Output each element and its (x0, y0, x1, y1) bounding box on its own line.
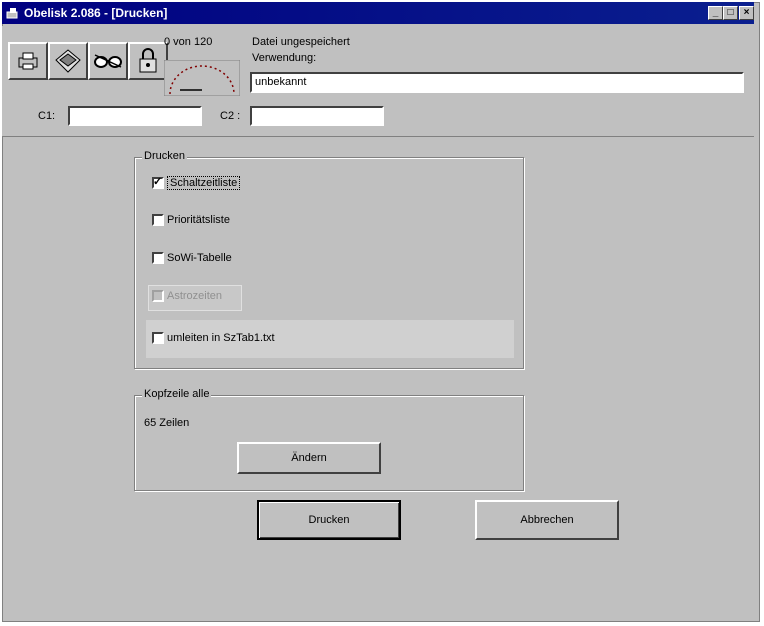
minimize-button[interactable]: _ (708, 6, 723, 20)
title-bar[interactable]: Obelisk 2.086 - [Drucken] _ □ × (2, 2, 754, 24)
schaltzeitliste-label: Schaltzeitliste (167, 176, 241, 190)
umleiten-checkbox[interactable] (152, 332, 164, 344)
maximize-button[interactable]: □ (723, 6, 738, 20)
option-schaltzeitliste[interactable]: Schaltzeitliste (152, 175, 241, 190)
astrozeiten-checkbox (152, 290, 164, 302)
app-icon (6, 8, 18, 19)
drucken-button[interactable]: Drucken (257, 500, 401, 540)
c2-input[interactable] (250, 106, 384, 126)
print-tool-button[interactable] (8, 42, 48, 80)
prioritaetsliste-checkbox[interactable] (152, 214, 164, 226)
option-astrozeiten: Astrozeiten (152, 290, 222, 302)
aendern-button[interactable]: Ändern (237, 442, 381, 474)
drucken-group-title: Drucken (142, 150, 187, 162)
schaltzeitliste-checkbox[interactable] (152, 175, 164, 189)
close-button[interactable]: × (739, 6, 754, 20)
umleiten-label: umleiten in SzTab1.txt (167, 332, 275, 344)
toolbar-panel: 0 von 120 Datei ungespeichert Verwendung… (2, 26, 754, 137)
prioritaetsliste-label: Prioritätsliste (167, 214, 230, 226)
counter-display: 0 von 120 (162, 36, 242, 98)
option-umleiten[interactable]: umleiten in SzTab1.txt (152, 332, 275, 344)
diskette-icon (55, 49, 81, 73)
printer-icon (18, 52, 38, 70)
glasses-icon (94, 54, 122, 68)
option-prioritaetsliste[interactable]: Prioritätsliste (152, 214, 230, 226)
lock-icon (139, 48, 157, 73)
gauge-icon (164, 60, 240, 96)
file-status: Datei ungespeichert (252, 36, 350, 48)
abbrechen-button[interactable]: Abbrechen (475, 500, 619, 540)
c1-input[interactable] (68, 106, 202, 126)
astrozeiten-label: Astrozeiten (167, 290, 223, 302)
c1-label: C1: (38, 110, 56, 122)
verwendung-input[interactable]: unbekannt (250, 72, 744, 93)
sowi-tabelle-label: SoWi-Tabelle (167, 252, 232, 264)
c2-label: C2 : (220, 110, 241, 122)
glasses-tool-button[interactable] (88, 42, 128, 80)
diskette-tool-button[interactable] (48, 42, 88, 80)
sowi-tabelle-checkbox[interactable] (152, 252, 164, 264)
window-title: Obelisk 2.086 - [Drucken] (24, 6, 168, 20)
lines-count: 65 Zeilen (144, 417, 190, 429)
counter-text: 0 von 120 (164, 36, 213, 48)
verwendung-label: Verwendung: (252, 52, 317, 64)
kopfzeile-group-title: Kopfzeile alle (142, 388, 212, 400)
option-sowi-tabelle[interactable]: SoWi-Tabelle (152, 252, 232, 264)
